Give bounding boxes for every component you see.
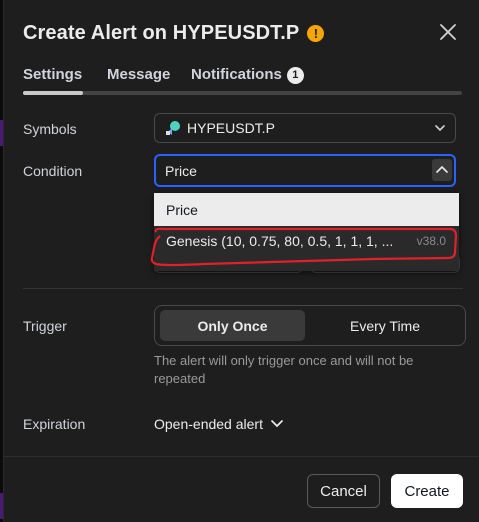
trigger-every-time-button[interactable]: Every Time (310, 310, 460, 341)
trigger-only-once-button[interactable]: Only Once (160, 310, 305, 341)
footer-divider (4, 456, 479, 457)
trigger-segmented-control: Only Once Every Time (154, 305, 466, 346)
section-divider (23, 288, 463, 289)
expiration-value: Open-ended alert (154, 416, 263, 432)
create-alert-dialog: Create Alert on HYPEUSDT.P ! Settings Me… (3, 0, 479, 522)
expiration-label: Expiration (23, 416, 86, 432)
trigger-label: Trigger (23, 318, 67, 334)
trigger-hint: The alert will only trigger once and wil… (154, 353, 414, 386)
create-button[interactable]: Create (391, 474, 463, 508)
expiration-dropdown[interactable]: Open-ended alert (154, 416, 285, 432)
red-highlight-annotation (150, 227, 458, 267)
cancel-button[interactable]: Cancel (307, 474, 380, 508)
chevron-down-icon (271, 420, 283, 428)
